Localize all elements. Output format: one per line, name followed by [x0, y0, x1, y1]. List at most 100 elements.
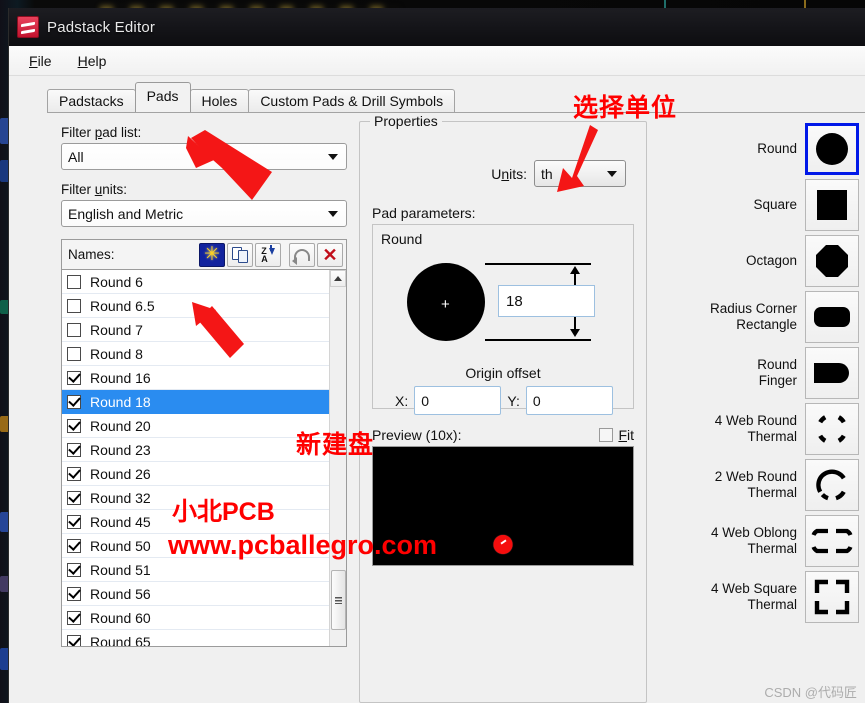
- octagon-pad-button[interactable]: [805, 235, 859, 287]
- checkbox-icon[interactable]: [67, 514, 81, 529]
- 4-web-square-thermal-button[interactable]: [805, 571, 859, 623]
- checkbox-icon[interactable]: [67, 466, 81, 481]
- list-item[interactable]: Round 60: [62, 606, 329, 630]
- menu-file[interactable]: File: [29, 53, 52, 69]
- diameter-input[interactable]: 18: [498, 285, 595, 317]
- tab-padstacks[interactable]: Padstacks: [47, 89, 136, 114]
- fit-control[interactable]: Fit: [599, 427, 634, 443]
- properties-group: Properties Units: th Pad parameters: Rou…: [359, 113, 647, 703]
- tab-pads[interactable]: Pads: [134, 82, 191, 112]
- checkbox-icon[interactable]: [67, 538, 81, 553]
- 2-web-round-thermal-icon: [816, 469, 846, 501]
- origin-y-input[interactable]: 0: [525, 386, 614, 415]
- origin-offset-label: Origin offset: [465, 365, 541, 381]
- dimension-arrow-down-icon: [570, 329, 580, 337]
- palette-label: 2 Web Round Thermal: [714, 469, 797, 500]
- palette-label: 4 Web Oblong Thermal: [710, 525, 797, 556]
- list-item[interactable]: Round 45: [62, 510, 329, 534]
- list-item[interactable]: Round 6: [62, 270, 329, 294]
- checkbox-icon[interactable]: [67, 394, 81, 409]
- menu-help[interactable]: Help: [78, 53, 107, 69]
- palette-label: 4 Web Round Thermal: [714, 413, 797, 444]
- radius-corner-rect-button[interactable]: [805, 291, 859, 343]
- delete-button[interactable]: ✕: [317, 242, 343, 267]
- list-item[interactable]: Round 56: [62, 582, 329, 606]
- checkbox-icon[interactable]: [67, 562, 81, 577]
- pad-list[interactable]: Round 6 Round 6.5 Round 7 Round 8 Round …: [61, 269, 347, 647]
- list-item[interactable]: Round 6.5: [62, 294, 329, 318]
- diameter-value: 18: [506, 292, 523, 310]
- palette-row-radius-corner-rectangle: Radius Corner Rectangle: [643, 289, 865, 345]
- round-pad-button[interactable]: [805, 123, 859, 175]
- scroll-up-button[interactable]: [330, 270, 346, 287]
- origin-y-label: Y:: [507, 392, 520, 409]
- filter-pad-list-combo[interactable]: All: [61, 143, 347, 170]
- delete-x-icon: ✕: [322, 244, 338, 265]
- 4-web-oblong-thermal-button[interactable]: [805, 515, 859, 567]
- checkbox-icon[interactable]: [67, 442, 81, 457]
- chevron-down-icon: [607, 170, 617, 177]
- fit-checkbox-icon[interactable]: [599, 428, 614, 442]
- checkbox-icon[interactable]: [67, 418, 81, 433]
- sort-za-button[interactable]: ZA: [255, 242, 281, 267]
- list-item[interactable]: Round 51: [62, 558, 329, 582]
- round-finger-button[interactable]: [805, 347, 859, 399]
- list-item-label: Round 7: [90, 321, 143, 338]
- checkbox-icon[interactable]: [67, 610, 81, 625]
- tab-custom-pads-drill-symbols[interactable]: Custom Pads & Drill Symbols: [248, 89, 456, 114]
- list-item-label: Round 51: [90, 561, 151, 578]
- checkbox-icon[interactable]: [67, 370, 81, 385]
- checkbox-icon[interactable]: [67, 586, 81, 601]
- pad-parameters-box: Round + 18 Origin offset X: 0 Y: 0: [372, 224, 634, 415]
- pad-list-pane: Filter pad list: All Filter units: Engli…: [61, 125, 347, 647]
- list-item-selected[interactable]: Round 18: [62, 390, 329, 414]
- list-item[interactable]: Round 7: [62, 318, 329, 342]
- chevron-down-icon: [328, 153, 338, 160]
- list-item[interactable]: Round 32: [62, 486, 329, 510]
- undo-button[interactable]: [289, 242, 315, 267]
- window-client-area: Padstacks Pads Holes Custom Pads & Drill…: [9, 76, 865, 703]
- copy-pad-button[interactable]: [227, 242, 253, 267]
- list-item-label: Round 8: [90, 345, 143, 362]
- list-item[interactable]: Round 26: [62, 462, 329, 486]
- scrollbar-thumb[interactable]: [331, 570, 346, 630]
- palette-label: Square: [753, 197, 797, 212]
- list-item[interactable]: Round 65: [62, 630, 329, 646]
- list-item[interactable]: Round 23: [62, 438, 329, 462]
- palette-label: Radius Corner Rectangle: [709, 301, 797, 332]
- checkbox-icon[interactable]: [67, 634, 81, 646]
- 4-web-round-thermal-button[interactable]: [805, 403, 859, 455]
- checkbox-icon[interactable]: [67, 322, 81, 337]
- tabstrip: Padstacks Pads Holes Custom Pads & Drill…: [47, 82, 456, 114]
- list-item[interactable]: Round 8: [62, 342, 329, 366]
- palette-label: Round Finger: [757, 357, 797, 388]
- list-item-label: Round 45: [90, 513, 151, 530]
- square-pad-button[interactable]: [805, 179, 859, 231]
- pad-list-scrollbar[interactable]: [329, 270, 346, 646]
- origin-y-value: 0: [532, 392, 541, 409]
- 2-web-round-thermal-button[interactable]: [805, 459, 859, 511]
- menu-help-label-rest: elp: [87, 52, 107, 69]
- list-item-label: Round 32: [90, 489, 151, 506]
- window-title: Padstack Editor: [47, 18, 156, 36]
- units-value: th: [541, 165, 553, 182]
- new-pad-button[interactable]: ✳: [199, 242, 225, 267]
- list-item[interactable]: Round 16: [62, 366, 329, 390]
- round-finger-icon: [814, 363, 849, 383]
- checkbox-icon[interactable]: [67, 346, 81, 361]
- list-item[interactable]: Round 50: [62, 534, 329, 558]
- checkbox-icon[interactable]: [67, 298, 81, 313]
- filter-units-combo[interactable]: English and Metric: [61, 200, 347, 227]
- units-combo[interactable]: th: [534, 160, 626, 187]
- list-item-label: Round 18: [90, 393, 151, 410]
- dimension-line-bottom: [485, 339, 591, 341]
- pad-preview-canvas: [372, 446, 634, 566]
- checkbox-icon[interactable]: [67, 490, 81, 505]
- checkbox-icon[interactable]: [67, 274, 81, 289]
- list-item-label: Round 6: [90, 273, 143, 290]
- sort-za-icon: ZA: [261, 244, 275, 263]
- filter-pad-list-label: Filter pad list:: [61, 125, 142, 140]
- tab-holes[interactable]: Holes: [189, 89, 250, 114]
- origin-x-input[interactable]: 0: [414, 386, 502, 415]
- list-item[interactable]: Round 20: [62, 414, 329, 438]
